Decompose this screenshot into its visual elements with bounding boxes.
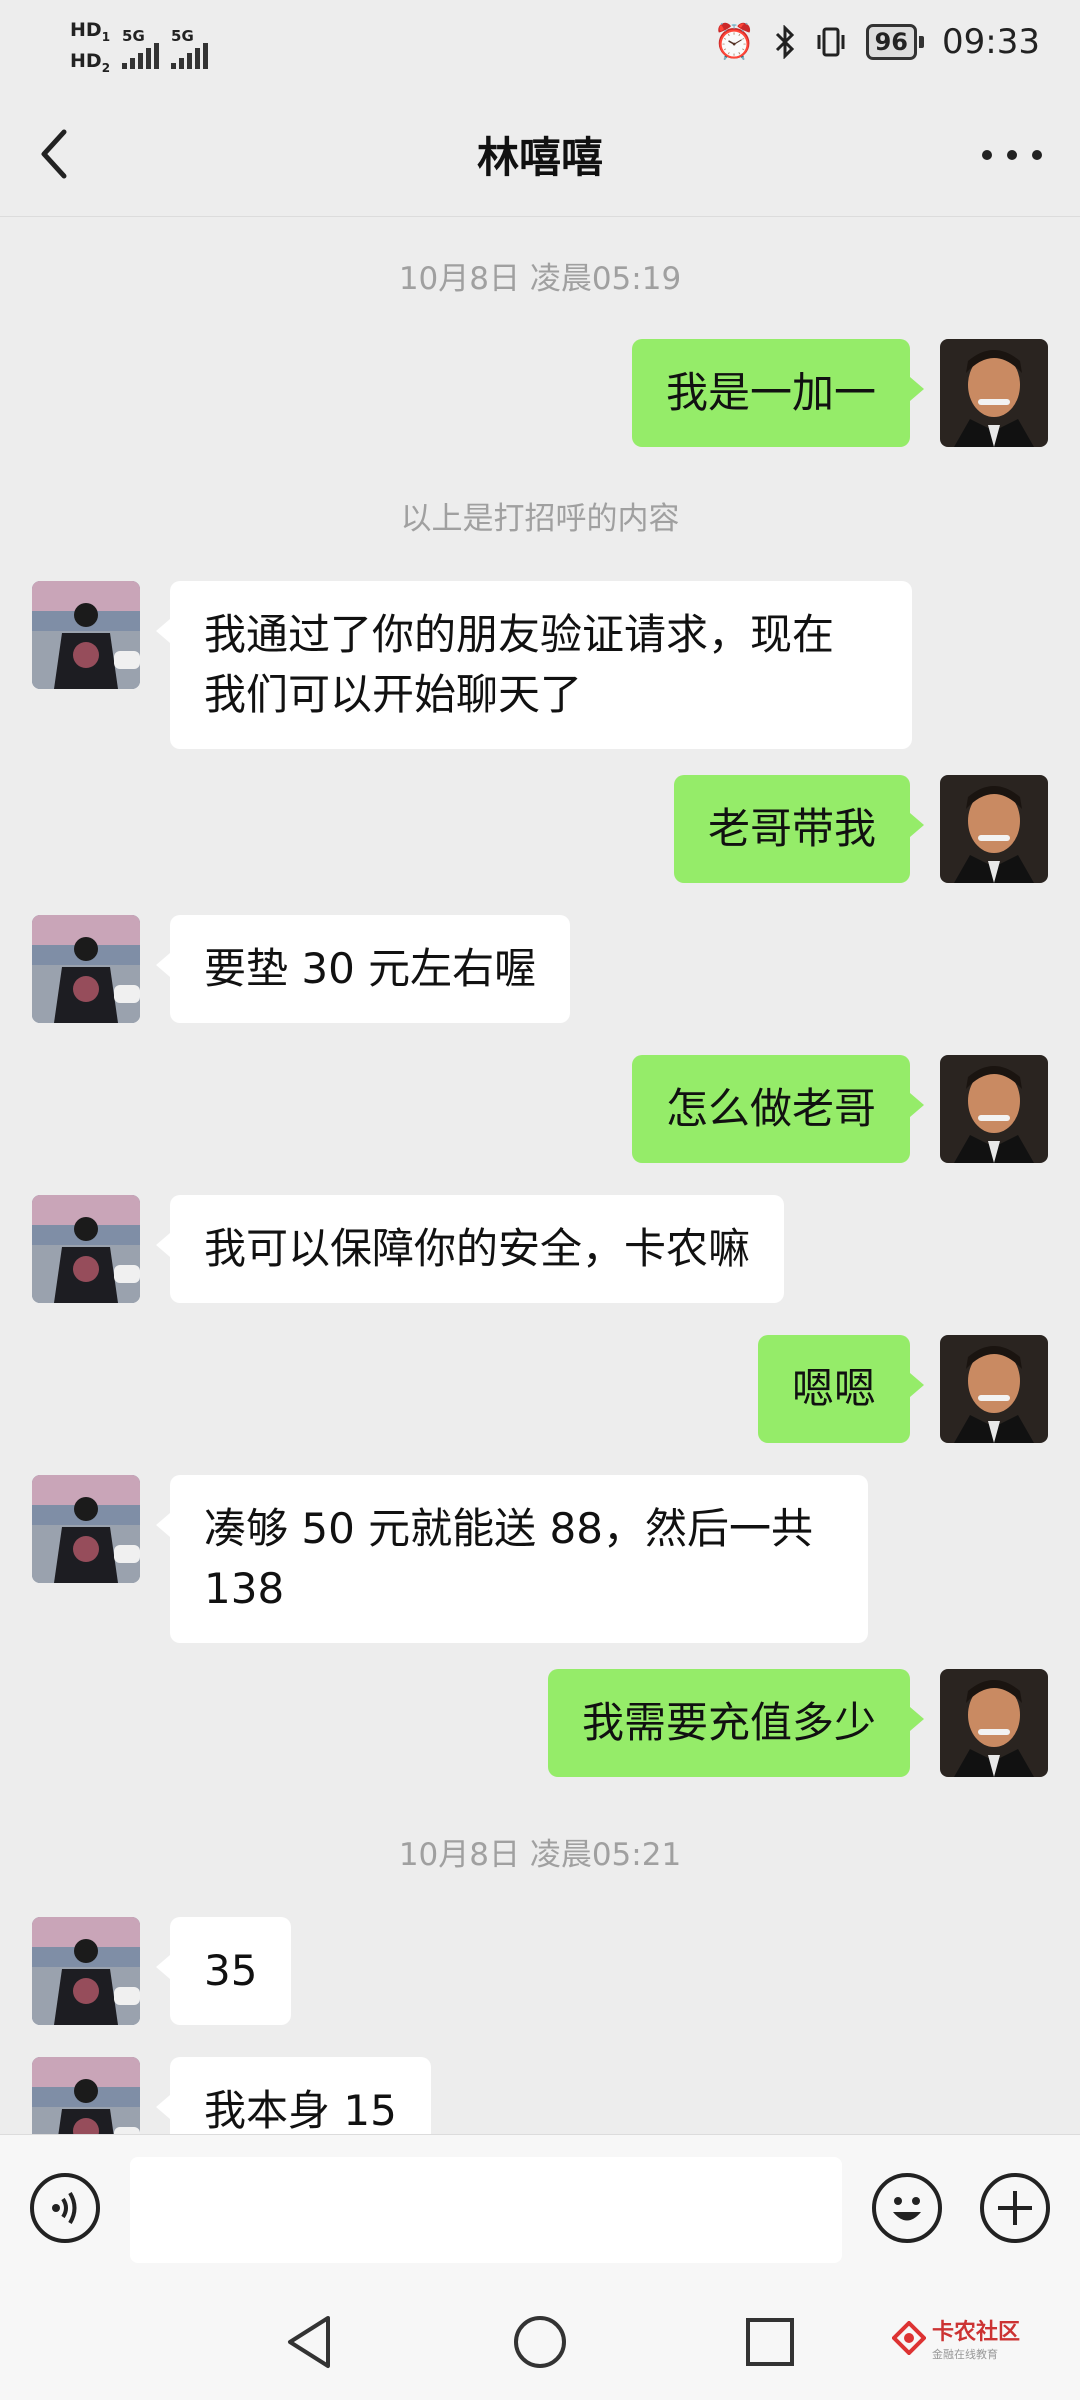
system-note: 以上是打招呼的内容 [400,501,680,537]
signal-icon-2: 5G [171,26,209,69]
watermark-name: 卡农社区 [931,2320,1020,2345]
timestamp: 10月8日 凌晨05:21 [398,1837,682,1873]
nav-recents-button[interactable] [742,2312,798,2372]
message-bubble-outgoing[interactable]: 老哥带我 [673,775,925,883]
my-avatar[interactable] [940,775,1048,883]
more-dot [982,150,992,160]
hd-indicators: HD1 HD2 [70,18,110,80]
message-bubble-incoming[interactable]: 我通过了你的朋友验证请求，现在 我们可以开始聊天了 [156,581,912,749]
my-avatar[interactable] [940,339,1048,447]
contact-avatar[interactable] [32,1917,140,2025]
hd2-label: HD [70,49,102,72]
contact-avatar[interactable] [32,915,140,1023]
my-avatar[interactable] [940,1669,1048,1777]
message-bubble-incoming[interactable]: 要垫 30 元左右喔 [155,915,571,1023]
hd1-sub: 1 [101,29,111,44]
hd1-label: HD [70,19,102,41]
emoji-icon [893,2197,921,2221]
chat-header: 林嘻嘻 [0,92,1080,217]
message-bubble-outgoing[interactable]: 嗯嗯 [757,1335,925,1443]
network-type-2: 5G [171,26,194,45]
more-button[interactable] [982,130,1042,180]
message-bubble-incoming[interactable]: 我可以保障你的安全，卡农嘛 [155,1195,785,1303]
status-bar: HD1 HD2 5G 5G ⏰ 96 09:33 [0,0,1080,92]
battery-level: 96 [865,24,918,60]
my-avatar[interactable] [940,1055,1048,1163]
message-list[interactable]: 10月8日 凌晨05:19 我是一加一 以上是打招呼的内容 我通过了你的朋友验证… [0,217,1080,2134]
kanong-logo-icon [891,2321,926,2355]
clock: 09:33 [942,22,1040,62]
voice-icon [52,2191,77,2225]
contact-avatar[interactable] [32,581,140,689]
network-type-1: 5G [122,26,145,45]
chat-title: 林嘻嘻 [476,133,603,182]
status-left: HD1 HD2 5G 5G [70,18,209,80]
message-bubble-outgoing[interactable]: 我是一加一 [631,339,925,447]
contact-avatar[interactable] [32,2057,140,2134]
hd2-sub: 2 [101,60,111,75]
vibrate-icon [817,27,845,57]
input-bar [0,2134,1080,2283]
nav-home-button[interactable] [512,2312,568,2372]
contact-avatar[interactable] [32,1475,140,1583]
message-input[interactable] [130,2157,842,2263]
message-bubble-incoming[interactable]: 35 [155,1917,292,2025]
nav-back-button[interactable] [282,2312,338,2372]
bluetooth-icon [775,25,794,59]
message-bubble-incoming[interactable]: 我本身 15 [156,2057,431,2134]
watermark: 卡农社区 金融在线教育 [891,2314,1020,2362]
voice-button[interactable] [30,2173,100,2243]
message-bubble-outgoing[interactable]: 怎么做老哥 [631,1055,925,1163]
status-right: ⏰ 96 09:33 [713,22,1040,62]
contact-avatar[interactable] [32,1195,140,1303]
system-navigation: 卡农社区 金融在线教育 [0,2282,1080,2400]
my-avatar[interactable] [940,1335,1048,1443]
timestamp: 10月8日 凌晨05:19 [398,261,682,297]
alarm-icon: ⏰ [713,22,756,62]
more-dot [1032,150,1042,160]
add-button[interactable] [980,2173,1050,2243]
message-bubble-outgoing[interactable]: 我需要充值多少 [547,1669,925,1777]
more-dot [1007,150,1017,160]
battery-icon: 96 [865,24,925,60]
watermark-sub: 金融在线教育 [931,2348,998,2361]
signal-icon-1: 5G [122,26,160,69]
plus-icon [998,2191,1032,2225]
message-bubble-incoming[interactable]: 凑够 50 元就能送 88，然后一共 138 [156,1475,868,1643]
emoji-button[interactable] [872,2173,942,2243]
